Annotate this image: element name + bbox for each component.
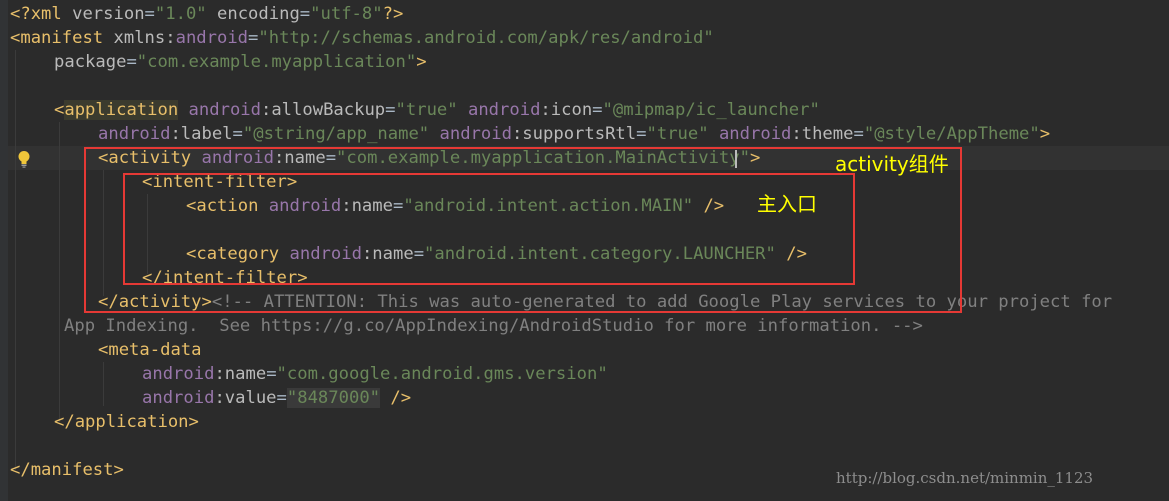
code-token: > (416, 52, 427, 72)
code-token: "1.0" (154, 4, 207, 24)
code-token: = (636, 124, 647, 144)
lightbulb-icon[interactable] (17, 150, 31, 168)
indent-guide (59, 122, 60, 422)
indent-guide (103, 362, 104, 406)
code-token: android (467, 100, 541, 120)
code-token: "@style/AppTheme" (863, 124, 1040, 144)
code-token: > (1039, 124, 1051, 144)
code-line[interactable]: package="com.example.myapplication"> (54, 50, 427, 74)
code-token: "com.google.android.gms.version" (276, 364, 608, 384)
code-token: < (98, 340, 109, 360)
code-token: = (853, 124, 864, 144)
code-token: xml (30, 4, 73, 24)
code-line[interactable]: <meta-data (98, 338, 202, 362)
code-token: "@string/app_name" (242, 124, 430, 144)
code-token: android (142, 388, 215, 408)
code-token: = (126, 52, 137, 72)
code-token: android (718, 124, 792, 144)
code-token: android (98, 124, 171, 144)
code-token: :label (170, 124, 233, 144)
code-token: xmlns: (113, 28, 176, 48)
code-line[interactable]: android:value="8487000" /> (142, 386, 411, 410)
code-token: application (64, 100, 179, 120)
code-token: :icon (540, 100, 593, 120)
code-token: android (142, 364, 215, 384)
intent-filter-highlight-box (123, 173, 855, 285)
code-token: :name (214, 364, 267, 384)
watermark: http://blog.csdn.net/minmin_1123 (836, 469, 1094, 487)
code-token: < (54, 100, 65, 120)
code-token: :allowBackup (260, 100, 386, 120)
code-token: = (299, 4, 311, 24)
code-line[interactable]: </application> (54, 410, 199, 434)
code-token: android (175, 28, 249, 48)
code-token: = (248, 28, 259, 48)
code-token: </ (10, 460, 31, 480)
code-token: <? (10, 4, 31, 24)
code-token: package (54, 52, 127, 72)
code-token: ?> (382, 4, 404, 24)
code-token: meta-data (108, 340, 202, 360)
code-token: = (144, 4, 155, 24)
code-token: "true" (395, 100, 458, 120)
code-token: > (188, 412, 199, 432)
code-token: :theme (791, 124, 854, 144)
code-token: "8487000" (286, 388, 381, 408)
code-token: "http://schemas.android.com/apk/res/andr… (258, 28, 714, 48)
code-token: </ (54, 412, 75, 432)
code-token: version (72, 4, 145, 24)
code-token: android (188, 100, 261, 120)
editor-gutter (0, 0, 8, 501)
code-token: = (385, 100, 396, 120)
code-line[interactable]: android:name="com.google.android.gms.ver… (142, 362, 608, 386)
code-token: = (266, 364, 277, 384)
main-entry-annotation: 主入口 (757, 192, 817, 216)
code-token: "true" (646, 124, 709, 144)
code-line[interactable]: </manifest> (10, 458, 124, 482)
activity-annotation: activity组件 (835, 152, 949, 176)
code-token: manifest (20, 28, 114, 48)
code-line[interactable]: App Indexing. See https://g.co/AppIndexi… (64, 314, 923, 338)
code-token: = (592, 100, 603, 120)
indent-guide (15, 50, 16, 470)
code-token: encoding (206, 4, 300, 24)
code-editor[interactable]: <?xml version="1.0" encoding="utf-8"?> <… (0, 0, 1169, 501)
code-token: :supportsRtl (511, 124, 637, 144)
code-token: manifest (30, 460, 114, 480)
code-token: :value (214, 388, 277, 408)
code-token: < (10, 28, 21, 48)
code-line[interactable]: <?xml version="1.0" encoding="utf-8"?> (10, 2, 403, 26)
code-token: App Indexing. See https://g.co/AppIndexi… (64, 316, 923, 336)
code-token: "com.example.myapplication" (136, 52, 417, 72)
code-token: > (113, 460, 124, 480)
code-line[interactable]: android:label="@string/app_name" android… (98, 122, 1050, 146)
code-token: = (276, 388, 287, 408)
code-token: "@mipmap/ic_launcher" (602, 100, 820, 120)
code-token: application (74, 412, 189, 432)
code-token: android (439, 124, 512, 144)
code-line[interactable]: <manifest xmlns:android="http://schemas.… (10, 26, 714, 50)
code-token: "utf-8" (310, 4, 383, 24)
code-token: /> (380, 388, 412, 408)
code-token: = (232, 124, 243, 144)
code-line[interactable]: <application android:allowBackup="true" … (54, 98, 820, 122)
